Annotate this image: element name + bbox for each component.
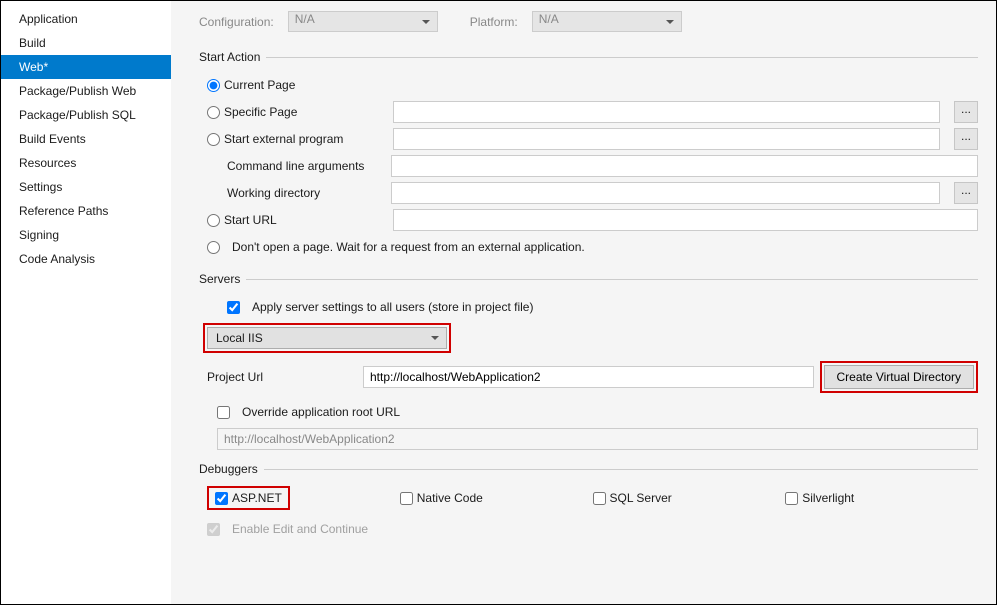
server-type-select[interactable]: Local IIS bbox=[207, 327, 447, 349]
apply-all-label: Apply server settings to all users (stor… bbox=[252, 300, 533, 314]
platform-select: N/A bbox=[532, 11, 682, 32]
project-url-label: Project Url bbox=[207, 370, 263, 384]
divider bbox=[266, 57, 978, 58]
override-root-label: Override application root URL bbox=[242, 405, 400, 419]
enable-edit-label: Enable Edit and Continue bbox=[232, 522, 368, 536]
debuggers-header: Debuggers bbox=[199, 462, 258, 476]
sidebar-item-build-events[interactable]: Build Events bbox=[1, 127, 171, 151]
sql-server-checkbox[interactable] bbox=[593, 492, 606, 505]
create-virtual-directory-button[interactable]: Create Virtual Directory bbox=[824, 365, 975, 389]
aspnet-highlight: ASP.NET bbox=[207, 486, 290, 510]
project-url-input[interactable] bbox=[363, 366, 814, 388]
cmd-args-input[interactable] bbox=[391, 155, 978, 177]
specific-page-input[interactable] bbox=[393, 101, 940, 123]
sidebar-item-build[interactable]: Build bbox=[1, 31, 171, 55]
start-external-label: Start external program bbox=[224, 132, 343, 146]
native-code-checkbox[interactable] bbox=[400, 492, 413, 505]
dont-open-label: Don't open a page. Wait for a request fr… bbox=[232, 240, 585, 254]
dont-open-radio[interactable] bbox=[207, 241, 220, 254]
start-url-label: Start URL bbox=[224, 213, 277, 227]
sidebar-item-signing[interactable]: Signing bbox=[1, 223, 171, 247]
start-url-radio[interactable] bbox=[207, 214, 220, 227]
current-page-label: Current Page bbox=[224, 78, 295, 92]
specific-page-browse-button[interactable]: ... bbox=[954, 101, 978, 123]
start-external-browse-button[interactable]: ... bbox=[954, 128, 978, 150]
working-dir-label: Working directory bbox=[227, 186, 320, 200]
working-dir-input[interactable] bbox=[391, 182, 940, 204]
sidebar-item-reference-paths[interactable]: Reference Paths bbox=[1, 199, 171, 223]
sidebar-item-code-analysis[interactable]: Code Analysis bbox=[1, 247, 171, 271]
enable-edit-checkbox bbox=[207, 523, 220, 536]
servers-header: Servers bbox=[199, 272, 240, 286]
configuration-label: Configuration: bbox=[199, 15, 274, 29]
create-vdir-highlight: Create Virtual Directory bbox=[820, 361, 979, 393]
root-url-input bbox=[217, 428, 978, 450]
sidebar-item-application[interactable]: Application bbox=[1, 7, 171, 31]
native-code-label: Native Code bbox=[417, 491, 483, 505]
sidebar-item-web[interactable]: Web* bbox=[1, 55, 171, 79]
override-root-checkbox[interactable] bbox=[217, 406, 230, 419]
divider bbox=[246, 279, 978, 280]
sidebar-item-settings[interactable]: Settings bbox=[1, 175, 171, 199]
main-panel: Configuration: N/A Platform: N/A Start A… bbox=[171, 1, 996, 604]
sidebar: Application Build Web* Package/Publish W… bbox=[1, 1, 171, 604]
start-external-input[interactable] bbox=[393, 128, 940, 150]
sidebar-item-package-publish-web[interactable]: Package/Publish Web bbox=[1, 79, 171, 103]
server-select-highlight: Local IIS bbox=[203, 323, 451, 353]
divider bbox=[264, 469, 978, 470]
aspnet-label: ASP.NET bbox=[232, 491, 282, 505]
sql-server-label: SQL Server bbox=[610, 491, 672, 505]
configuration-select: N/A bbox=[288, 11, 438, 32]
specific-page-label: Specific Page bbox=[224, 105, 297, 119]
working-dir-browse-button[interactable]: ... bbox=[954, 182, 978, 204]
specific-page-radio[interactable] bbox=[207, 106, 220, 119]
start-url-input[interactable] bbox=[393, 209, 978, 231]
sidebar-item-package-publish-sql[interactable]: Package/Publish SQL bbox=[1, 103, 171, 127]
cmd-args-label: Command line arguments bbox=[227, 159, 364, 173]
current-page-radio[interactable] bbox=[207, 79, 220, 92]
silverlight-checkbox[interactable] bbox=[785, 492, 798, 505]
silverlight-label: Silverlight bbox=[802, 491, 854, 505]
start-external-radio[interactable] bbox=[207, 133, 220, 146]
platform-label: Platform: bbox=[470, 15, 518, 29]
apply-all-checkbox[interactable] bbox=[227, 301, 240, 314]
aspnet-checkbox[interactable] bbox=[215, 492, 228, 505]
sidebar-item-resources[interactable]: Resources bbox=[1, 151, 171, 175]
start-action-header: Start Action bbox=[199, 50, 260, 64]
